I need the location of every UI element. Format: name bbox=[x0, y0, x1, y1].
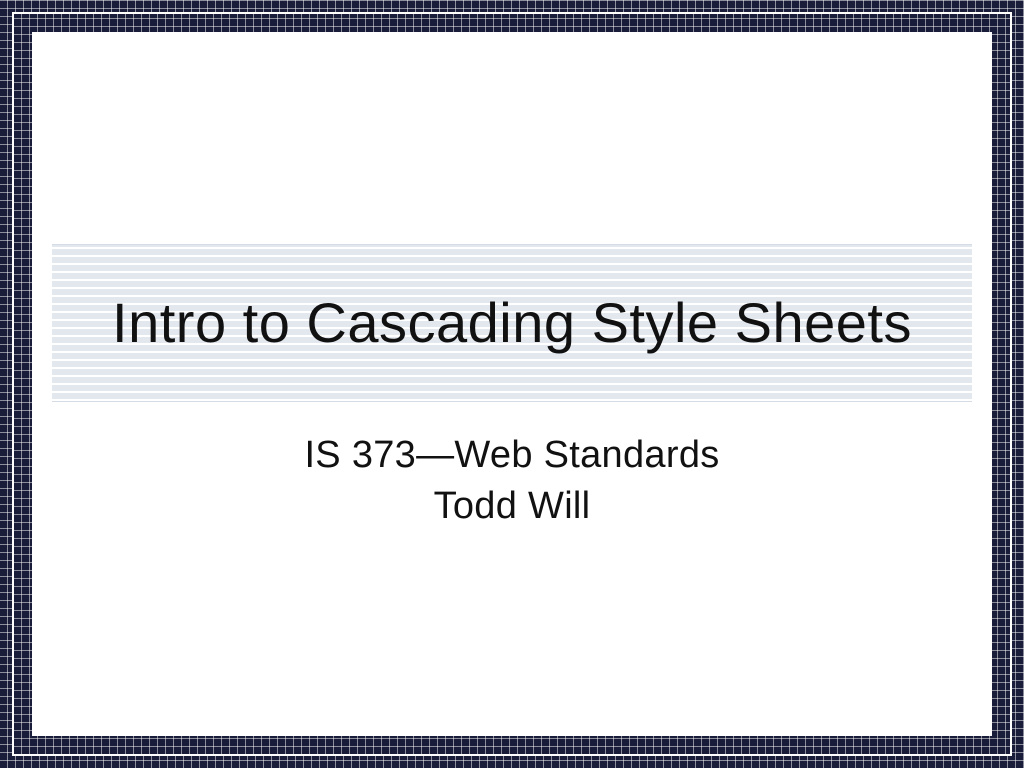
slide-title: Intro to Cascading Style Sheets bbox=[112, 287, 912, 360]
slide-outer-border: Intro to Cascading Style Sheets IS 373—W… bbox=[0, 0, 1024, 768]
title-banner: Intro to Cascading Style Sheets bbox=[52, 244, 972, 402]
subtitle-course: IS 373—Web Standards bbox=[52, 430, 972, 481]
subtitle-author: Todd Will bbox=[52, 481, 972, 532]
slide-content-area: Intro to Cascading Style Sheets IS 373—W… bbox=[32, 32, 992, 736]
slide-inner-border: Intro to Cascading Style Sheets IS 373—W… bbox=[12, 12, 1012, 756]
subtitle-area: IS 373—Web Standards Todd Will bbox=[52, 430, 972, 533]
